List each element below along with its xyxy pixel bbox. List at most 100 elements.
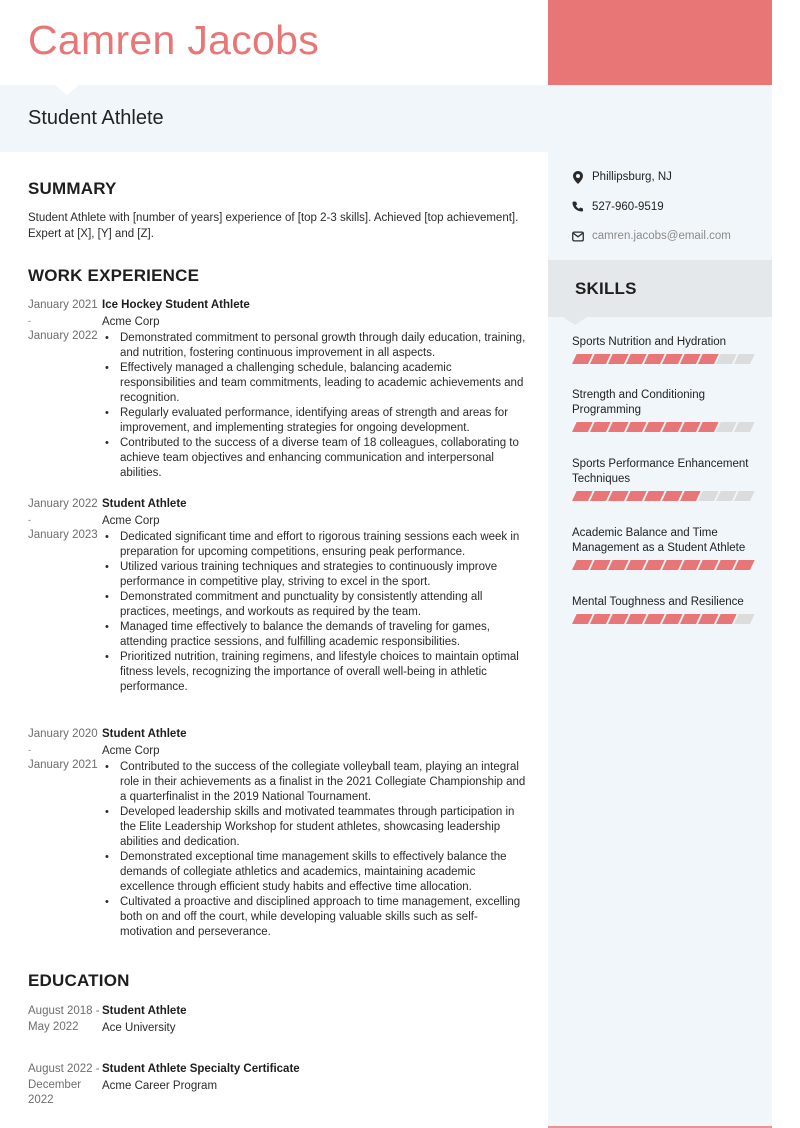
phone-text: 527-960-9519 [592,201,664,213]
skill-segment-filled [572,491,593,501]
contact-phone: 527-960-9519 [572,200,664,214]
skill-item: Sports Nutrition and Hydration [572,335,757,364]
skill-item: Strength and Conditioning Programming [572,388,757,432]
experience-role: Student Athlete [102,728,187,740]
bullet: Contributed to the success of the colleg… [105,760,530,805]
skill-segment-filled [590,422,611,432]
skill-segment-filled [698,614,719,624]
skill-segment-filled [662,354,683,364]
experience-org: Acme Corp [102,515,160,527]
candidate-name: Camren Jacobs [28,17,320,63]
bullet: Developed leadership skills and motivate… [105,805,530,850]
bullet: Utilized various training techniques and… [105,560,530,590]
skill-segment-filled [626,560,647,570]
skill-segment-filled [680,614,701,624]
skill-level-bar [572,491,757,501]
skill-name: Strength and Conditioning Programming [572,389,705,416]
summary-text: Student Athlete with [number of years] e… [28,212,519,240]
skill-level-bar [572,422,757,432]
skill-segment-empty [698,491,719,501]
skill-item: Mental Toughness and Resilience [572,595,757,624]
skill-segment-filled [608,491,629,501]
education-school: Ace University [102,1022,176,1034]
date-separator: - [28,514,31,525]
experience-role: Ice Hockey Student Athlete [102,299,250,311]
skill-segment-filled [608,354,629,364]
skill-level-bar [572,560,757,570]
skill-segment-filled [626,422,647,432]
experience-bullets: Demonstrated commitment to personal grow… [105,331,530,481]
skill-segment-filled [572,422,593,432]
skill-segment-empty [716,422,737,432]
skill-segment-filled [680,422,701,432]
title-pointer [55,85,79,95]
skill-level-bar [572,354,757,364]
skill-segment-filled [608,614,629,624]
bullet: Effectively managed a challenging schedu… [105,361,530,406]
skill-segment-filled [626,491,647,501]
job-title: Student Athlete [28,107,164,129]
bullet: Demonstrated commitment and punctuality … [105,590,530,620]
skill-segment-filled [572,560,593,570]
email-link[interactable]: camren.jacobs@email.com [592,230,731,242]
education-dates: August 2018 - May 2022 [28,1005,100,1033]
bullet: Regularly evaluated performance, identif… [105,406,530,436]
bullet: Demonstrated exceptional time management… [105,850,530,895]
skill-segment-filled [716,614,737,624]
experience-dates: January 2022 - January 2023 [28,497,100,543]
education-degree: Student Athlete Specialty Certificate [102,1063,300,1075]
skill-segment-filled [698,422,719,432]
skill-segment-filled [698,560,719,570]
summary-title: SUMMARY [28,179,117,198]
skill-segment-filled [590,354,611,364]
end-date: January 2021 [28,758,98,771]
skill-segment-filled [608,422,629,432]
skills-pointer [563,317,587,325]
skill-name: Academic Balance and Time Management as … [572,527,746,554]
skill-segment-filled [608,560,629,570]
skill-segment-filled [662,422,683,432]
skill-segment-filled [590,491,611,501]
skill-segment-empty [734,614,755,624]
skill-segment-filled [680,354,701,364]
skill-segment-empty [734,354,755,364]
skill-segment-filled [572,614,593,624]
skill-segment-empty [734,422,755,432]
experience-dates: January 2020 - January 2021 [28,727,100,773]
skill-segment-filled [626,614,647,624]
skill-segment-filled [680,560,701,570]
skill-segment-filled [662,560,683,570]
date-separator: - [28,315,31,326]
skill-name: Sports Nutrition and Hydration [572,336,727,348]
work-experience-title: WORK EXPERIENCE [28,266,200,285]
education-school: Acme Career Program [102,1080,218,1092]
skill-segment-filled [698,354,719,364]
skill-segment-filled [590,560,611,570]
skill-segment-filled [662,614,683,624]
date-separator: - [28,744,31,755]
bullet: Demonstrated commitment to personal grow… [105,331,530,361]
bullet: Prioritized nutrition, training regimens… [105,650,530,695]
skill-segment-filled [626,354,647,364]
contact-email[interactable]: camren.jacobs@email.com [572,229,731,243]
bullet: Dedicated significant time and effort to… [105,530,530,560]
skill-segment-filled [644,614,665,624]
experience-bullets: Contributed to the success of the colleg… [105,760,530,940]
skill-item: Academic Balance and Time Management as … [572,526,757,570]
skill-segment-filled [644,354,665,364]
skill-segment-filled [734,560,755,570]
location-text: Phillipsburg, NJ [592,171,672,183]
skill-segment-filled [716,560,737,570]
skill-segment-filled [644,560,665,570]
skill-segment-filled [662,491,683,501]
experience-org: Acme Corp [102,316,160,328]
skill-segment-empty [734,491,755,501]
accent-block [548,0,772,85]
experience-role: Student Athlete [102,498,187,510]
skill-segment-filled [644,422,665,432]
start-date: January 2021 [28,299,98,311]
skill-item: Sports Performance Enhancement Technique… [572,457,757,501]
skill-segment-filled [590,614,611,624]
contact-location: Phillipsburg, NJ [572,170,672,184]
skill-segment-empty [716,354,737,364]
